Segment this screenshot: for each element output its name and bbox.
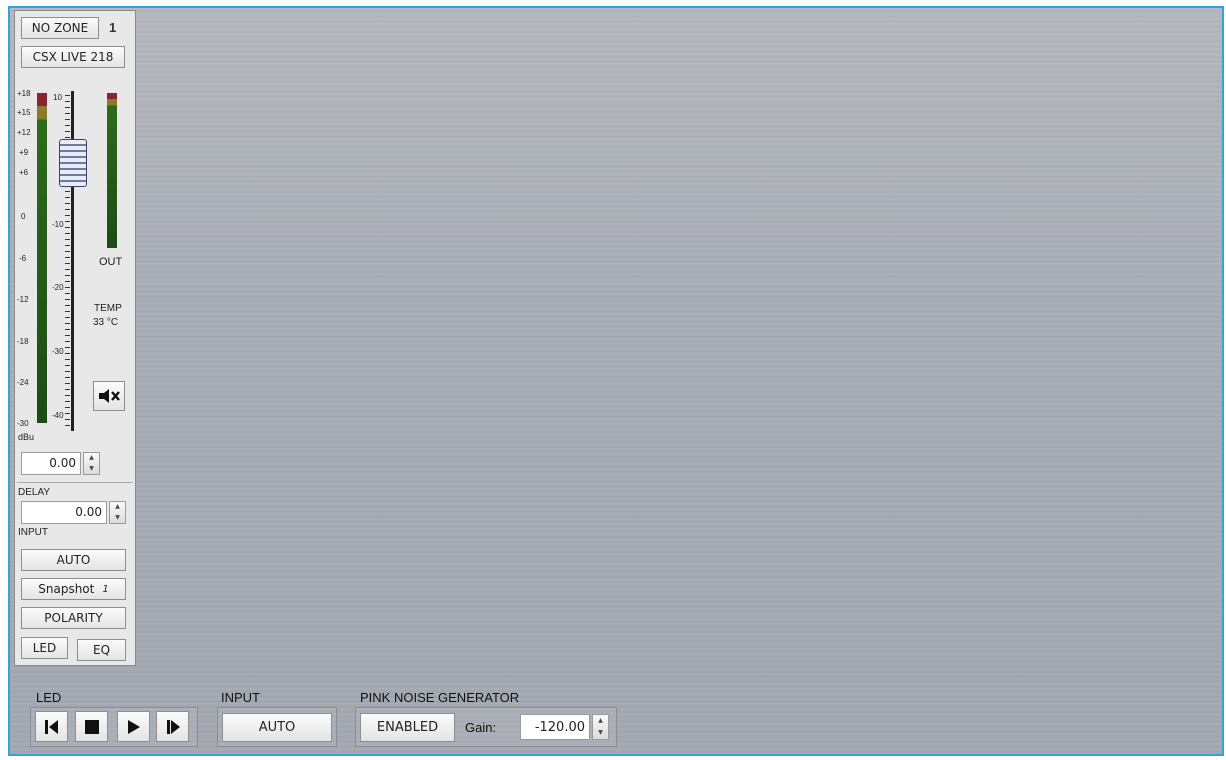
meter-tick: +12 <box>17 128 31 137</box>
pink-noise-gain-field[interactable]: -120.00 <box>520 714 590 740</box>
snapshot-number: 1 <box>102 583 109 595</box>
pink-noise-title: PINK NOISE GENERATOR <box>360 690 520 705</box>
channel-strip: NO ZONE 1 CSX LIVE 218 +18 +15 +12 +9 +6… <box>14 10 136 666</box>
meter-tick: -24 <box>17 378 29 387</box>
snapshot-button[interactable]: Snapshot 1 <box>21 578 126 600</box>
zone-button[interactable]: NO ZONE <box>21 17 99 39</box>
fader-tick: -10 <box>52 220 64 229</box>
input-auto-button[interactable]: AUTO <box>21 549 126 571</box>
led-section-title: LED <box>36 690 62 705</box>
temperature-label: TEMP <box>94 303 122 314</box>
meter-tick: -30 <box>17 419 29 428</box>
meter-tick: +6 <box>19 168 29 177</box>
meter-tick: 0 <box>21 212 26 221</box>
input-label: INPUT <box>18 527 48 538</box>
meter-tick: +15 <box>17 108 31 117</box>
pink-noise-enabled-button[interactable]: ENABLED <box>360 713 455 742</box>
fader-tick: -30 <box>52 347 64 356</box>
divider <box>17 482 133 483</box>
channel-number: 1 <box>109 20 117 35</box>
meter-tick: -12 <box>17 295 29 304</box>
meter-tick: -18 <box>17 337 29 346</box>
meter-tick: +18 <box>17 89 31 98</box>
gain-label: Gain: <box>465 720 497 735</box>
stop-button[interactable] <box>75 711 108 742</box>
fader-knob[interactable] <box>59 139 87 187</box>
fader-tick: -40 <box>52 411 64 420</box>
fader-tick: -20 <box>52 283 64 292</box>
output-level-meter <box>107 93 117 248</box>
fader-tick: 10 <box>53 93 62 102</box>
next-button[interactable] <box>156 711 189 742</box>
mute-button[interactable] <box>93 381 125 411</box>
meter-tick: -6 <box>19 254 27 263</box>
skip-back-icon <box>44 719 58 734</box>
skip-forward-icon <box>166 719 180 734</box>
model-label: CSX LIVE 218 <box>21 46 125 68</box>
led-button[interactable]: LED <box>21 637 68 659</box>
meter-unit: dBu <box>18 432 35 442</box>
input-section-title: INPUT <box>221 690 260 705</box>
play-button[interactable] <box>117 711 150 742</box>
meter-tick: +9 <box>19 148 29 157</box>
delay-field[interactable]: 0.00 <box>21 501 107 524</box>
polarity-button[interactable]: POLARITY <box>21 607 126 629</box>
pink-noise-gain-stepper[interactable]: ▲ ▼ <box>592 714 609 740</box>
delay-label: DELAY <box>18 487 51 498</box>
input-level-meter <box>37 93 47 423</box>
temperature-value: 33 °C <box>93 317 119 328</box>
previous-button[interactable] <box>35 711 68 742</box>
input-mode-button[interactable]: AUTO <box>222 713 332 742</box>
eq-button[interactable]: EQ <box>77 639 126 661</box>
output-label: OUT <box>99 256 123 268</box>
gain-stepper[interactable]: ▲ ▼ <box>83 452 100 475</box>
stop-icon <box>84 719 99 734</box>
main-frame: NO ZONE 1 CSX LIVE 218 +18 +15 +12 +9 +6… <box>8 6 1224 756</box>
gain-field[interactable]: 0.00 <box>21 452 81 475</box>
play-icon <box>127 719 140 734</box>
mute-icon <box>99 389 120 403</box>
delay-stepper[interactable]: ▲ ▼ <box>109 501 126 524</box>
snapshot-label: Snapshot <box>38 582 95 596</box>
